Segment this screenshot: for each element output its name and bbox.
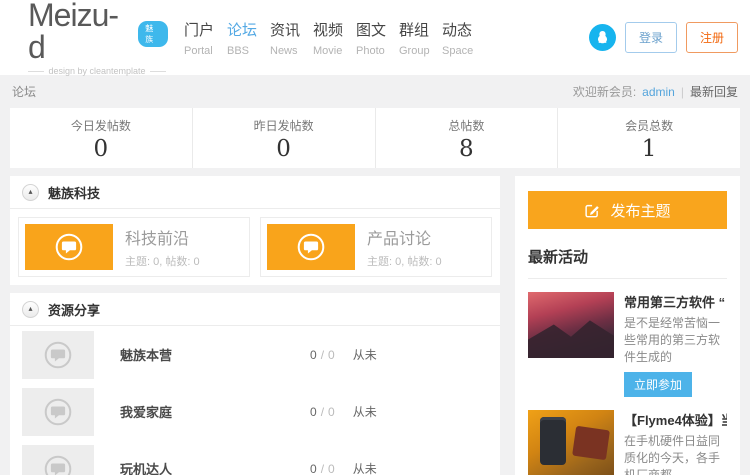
logo[interactable]: Meizu-d 魅族 design by cleantemplate	[28, 0, 168, 76]
last-post-time: 从未	[352, 348, 377, 362]
forum-row-meizu-camp[interactable]: 魅族本营 0 / 0 从未	[10, 326, 500, 383]
stat-total-posts: 总帖数 8	[376, 108, 559, 168]
main-content: ▴ 魅族科技 科技前沿 主题: 0, 帖数: 0 产品讨论 主题: 0, 帖数:…	[10, 176, 740, 475]
chat-bubble-icon	[44, 341, 72, 368]
activity-item: 常用第三方软件 “ 是不是经常苦恼一些常用的第三方软件生成的 立即参加	[528, 292, 727, 397]
collapse-icon[interactable]: ▴	[22, 183, 39, 201]
forum-stats-card: 今日发帖数 0 昨日发帖数 0 总帖数 8 会员总数 1	[10, 108, 740, 168]
activity-item: 【Flyme4体验】当 在手机硬件日益同质化的今天，各手机厂商都 立即参加	[528, 410, 727, 475]
last-post-time: 从未	[352, 462, 377, 475]
chat-bubble-icon	[297, 233, 325, 261]
latest-reply-link[interactable]: 最新回复	[690, 83, 738, 100]
stat-total-members: 会员总数 1	[625, 119, 674, 162]
site-header: Meizu-d 魅族 design by cleantemplate 门户 Po…	[0, 0, 750, 76]
activity-description: 是不是经常苦恼一些常用的第三方软件生成的	[624, 316, 721, 364]
nav-item-group[interactable]: 群组 Group	[399, 19, 442, 57]
qq-penguin-icon	[597, 30, 608, 44]
forum-name[interactable]: 魅族本营	[120, 345, 310, 364]
nav-item-photo[interactable]: 图文 Photo	[356, 19, 399, 57]
last-post-time: 从未	[352, 405, 377, 419]
forum-column: ▴ 魅族科技 科技前沿 主题: 0, 帖数: 0 产品讨论 主题: 0, 帖数:…	[10, 176, 500, 475]
forum-icon-tile	[267, 224, 355, 270]
forum-row-love-family[interactable]: 我爱家庭 0 / 0 从未	[10, 383, 500, 440]
logo-tagline: design by cleantemplate	[28, 66, 166, 76]
forum-block-list: 科技前沿 主题: 0, 帖数: 0 产品讨论 主题: 0, 帖数: 0	[10, 209, 500, 285]
section-resource-share: ▴ 资源分享 魅族本营 0 / 0 从未 我爱家庭 0 / 0 从未 玩机达人 …	[10, 293, 500, 475]
forum-row-stats: 0 / 0 从未	[310, 461, 377, 475]
forum-name[interactable]: 玩机达人	[120, 459, 310, 475]
nav-item-news[interactable]: 资讯 News	[270, 19, 313, 57]
forum-icon-tile	[22, 387, 94, 436]
forum-meta: 主题: 0, 帖数: 0	[125, 256, 200, 268]
chat-bubble-icon	[44, 398, 72, 425]
forum-row-phone-master[interactable]: 玩机达人 0 / 0 从未	[10, 440, 500, 475]
activity-title[interactable]: 常用第三方软件 “	[624, 292, 727, 311]
forum-icon-tile	[22, 330, 94, 379]
chat-bubble-icon	[55, 233, 83, 261]
edit-icon	[585, 204, 600, 217]
stat-today-posts: 今日发帖数 0	[10, 108, 193, 168]
section-meizu-tech: ▴ 魅族科技 科技前沿 主题: 0, 帖数: 0 产品讨论 主题: 0, 帖数:…	[10, 176, 500, 285]
join-now-button[interactable]: 立即参加	[624, 372, 693, 397]
chat-bubble-icon	[44, 455, 72, 475]
qq-login-icon[interactable]	[588, 24, 616, 51]
activity-title[interactable]: 【Flyme4体验】当	[624, 410, 727, 429]
login-button[interactable]: 登录	[624, 22, 677, 53]
forum-title[interactable]: 产品讨论	[367, 225, 442, 249]
activity-thumbnail[interactable]	[528, 410, 614, 475]
forum-row-stats: 0 / 0 从未	[310, 347, 377, 363]
nav-item-portal[interactable]: 门户 Portal	[184, 19, 227, 57]
forum-block-product-discuss[interactable]: 产品讨论 主题: 0, 帖数: 0	[260, 217, 492, 277]
section-header: ▴ 资源分享	[10, 293, 500, 326]
forum-block-tech-frontier[interactable]: 科技前沿 主题: 0, 帖数: 0	[18, 217, 250, 277]
register-button[interactable]: 注册	[685, 22, 738, 53]
new-topic-button[interactable]: 发布主题	[528, 191, 727, 229]
section-title: 资源分享	[48, 302, 101, 318]
nav-item-movie[interactable]: 视频 Movie	[313, 19, 356, 57]
breadcrumb-bar: 论坛 欢迎新会员: admin | 最新回复	[0, 75, 750, 108]
forum-row-stats: 0 / 0 从未	[310, 404, 377, 420]
activity-description: 在手机硬件日益同质化的今天，各手机厂商都	[624, 434, 721, 475]
latest-activity-title: 最新活动	[528, 246, 727, 279]
main-nav: 门户 Portal 论坛 BBS 资讯 News 视频 Movie 图文 Pho…	[184, 19, 485, 57]
header-actions: 登录 注册	[588, 22, 738, 53]
sidebar: 发布主题 最新活动 常用第三方软件 “ 是不是经常苦恼一些常用的第三方软件生成的…	[515, 176, 740, 475]
forum-title[interactable]: 科技前沿	[125, 225, 200, 249]
breadcrumb[interactable]: 论坛	[12, 83, 36, 100]
nav-item-space[interactable]: 动态 Space	[442, 19, 485, 57]
forum-name[interactable]: 我爱家庭	[120, 402, 310, 421]
section-title: 魅族科技	[48, 185, 101, 201]
forum-icon-tile	[25, 224, 113, 270]
forum-meta: 主题: 0, 帖数: 0	[367, 256, 442, 268]
collapse-icon[interactable]: ▴	[22, 300, 39, 318]
welcome-label: 欢迎新会员:	[572, 85, 637, 99]
forum-icon-tile	[22, 444, 94, 475]
divider: |	[680, 84, 684, 99]
welcome-username-link[interactable]: admin	[642, 85, 675, 99]
logo-badge: 魅族	[138, 21, 168, 47]
stat-yesterday-posts: 昨日发帖数 0	[193, 108, 376, 168]
nav-item-bbs[interactable]: 论坛 BBS	[227, 19, 270, 57]
logo-text: Meizu-d	[28, 0, 119, 65]
activity-thumbnail[interactable]	[528, 292, 614, 358]
section-header: ▴ 魅族科技	[10, 176, 500, 209]
